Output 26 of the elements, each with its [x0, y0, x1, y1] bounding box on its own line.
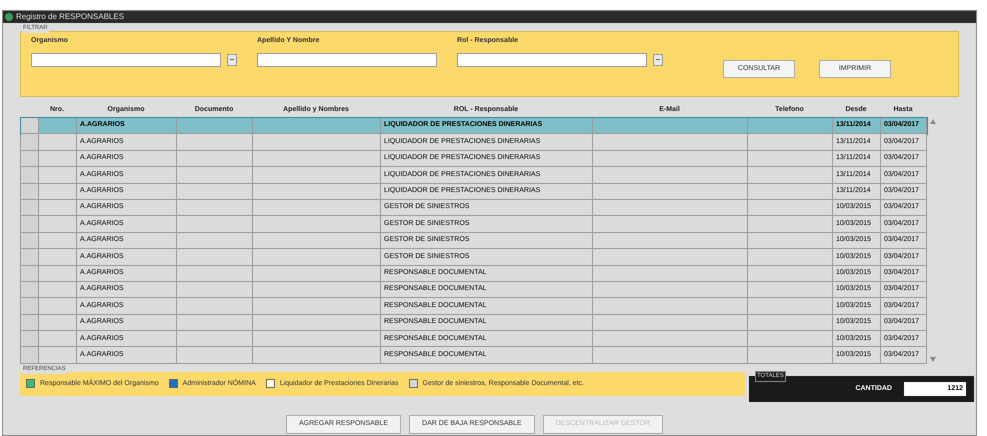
row-selector[interactable] [21, 331, 39, 346]
row-selector[interactable] [21, 118, 39, 134]
scroll-down-icon[interactable] [930, 356, 936, 362]
row-selector[interactable] [21, 150, 39, 166]
row-selector[interactable] [21, 184, 39, 199]
filter-field[interactable] [31, 52, 221, 66]
row-selector[interactable] [21, 282, 39, 298]
row-selector[interactable] [21, 249, 39, 265]
row-selector[interactable] [21, 216, 39, 232]
lookup-button[interactable] [227, 54, 237, 66]
row-selector[interactable] [21, 314, 39, 330]
number-cell [39, 118, 77, 134]
row-selector[interactable] [21, 134, 39, 150]
app-icon [5, 13, 13, 21]
number-cell [39, 134, 77, 150]
row-selector[interactable] [21, 298, 39, 314]
row-selector[interactable] [21, 232, 39, 248]
row-selector[interactable] [21, 200, 39, 216]
row-selector[interactable] [21, 167, 39, 183]
scroll-up-icon[interactable] [930, 119, 936, 124]
row-selector[interactable] [21, 347, 39, 363]
filter-field[interactable] [457, 52, 647, 66]
window-title: Registro de RESPONSABLES [16, 11, 124, 23]
lookup-button[interactable] [653, 54, 663, 66]
filter-field[interactable] [257, 52, 437, 66]
row-selector[interactable] [21, 266, 39, 281]
